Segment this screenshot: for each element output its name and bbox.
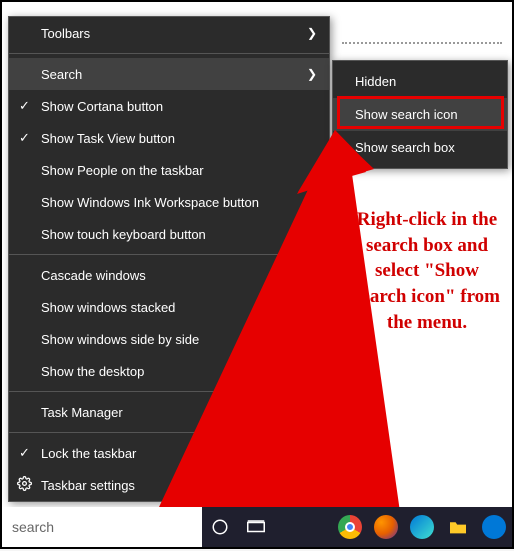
chrome-icon[interactable] <box>336 513 364 541</box>
firefox-icon[interactable] <box>372 513 400 541</box>
instruction-text: Right-click in the search box and select… <box>347 207 507 335</box>
menu-show-people[interactable]: Show People on the taskbar <box>9 154 329 186</box>
menu-item-label: Task Manager <box>41 405 123 420</box>
menu-item-label: Show windows side by side <box>41 332 199 347</box>
menu-item-label: Show Windows Ink Workspace button <box>41 195 259 210</box>
search-submenu: Hidden Show search icon Show search box <box>332 60 508 169</box>
menu-toolbars[interactable]: Toolbars ❯ <box>9 17 329 49</box>
menu-separator <box>9 53 329 54</box>
file-explorer-icon[interactable] <box>444 513 472 541</box>
menu-item-label: Taskbar settings <box>41 478 135 493</box>
menu-item-label: Show Cortana button <box>41 99 163 114</box>
menu-separator <box>9 254 329 255</box>
menu-item-label: Show search icon <box>355 107 458 122</box>
check-icon: ✓ <box>19 98 30 114</box>
submenu-show-search-icon[interactable]: Show search icon <box>333 98 507 131</box>
menu-taskbar-settings[interactable]: Taskbar settings <box>9 469 329 501</box>
check-icon: ✓ <box>19 445 30 461</box>
cortana-icon[interactable] <box>206 513 234 541</box>
menu-separator <box>9 391 329 392</box>
menu-touch-keyboard[interactable]: Show touch keyboard button <box>9 218 329 250</box>
app-icon[interactable] <box>480 513 508 541</box>
submenu-hidden[interactable]: Hidden <box>333 65 507 98</box>
menu-show-task-view[interactable]: ✓ Show Task View button <box>9 122 329 154</box>
menu-item-label: Show the desktop <box>41 364 144 379</box>
task-view-icon[interactable] <box>242 513 270 541</box>
menu-cascade-windows[interactable]: Cascade windows <box>9 259 329 291</box>
menu-lock-taskbar[interactable]: ✓ Lock the taskbar <box>9 437 329 469</box>
menu-side-by-side[interactable]: Show windows side by side <box>9 323 329 355</box>
check-icon: ✓ <box>19 130 30 146</box>
menu-item-label: Show search box <box>355 140 455 155</box>
menu-item-label: Show Task View button <box>41 131 175 146</box>
gear-icon <box>17 476 32 494</box>
menu-item-label: Show touch keyboard button <box>41 227 206 242</box>
submenu-show-search-box[interactable]: Show search box <box>333 131 507 164</box>
search-placeholder: search <box>12 519 54 535</box>
chevron-right-icon: ❯ <box>307 26 317 40</box>
menu-show-desktop[interactable]: Show the desktop <box>9 355 329 387</box>
menu-windows-ink[interactable]: Show Windows Ink Workspace button <box>9 186 329 218</box>
menu-item-label: Show People on the taskbar <box>41 163 204 178</box>
menu-stacked[interactable]: Show windows stacked <box>9 291 329 323</box>
menu-separator <box>9 432 329 433</box>
menu-item-label: Cascade windows <box>41 268 146 283</box>
menu-item-label: Hidden <box>355 74 396 89</box>
menu-item-label: Toolbars <box>41 26 90 41</box>
chevron-right-icon: ❯ <box>307 67 317 81</box>
menu-show-cortana[interactable]: ✓ Show Cortana button <box>9 90 329 122</box>
taskbar: search <box>2 507 512 547</box>
taskbar-context-menu: Toolbars ❯ Search ❯ ✓ Show Cortana butto… <box>8 16 330 502</box>
menu-item-label: Search <box>41 67 82 82</box>
menu-task-manager[interactable]: Task Manager <box>9 396 329 428</box>
menu-item-label: Lock the taskbar <box>41 446 136 461</box>
menu-item-label: Show windows stacked <box>41 300 175 315</box>
edge-icon[interactable] <box>408 513 436 541</box>
taskbar-search-box[interactable]: search <box>2 507 202 547</box>
menu-search[interactable]: Search ❯ <box>9 58 329 90</box>
